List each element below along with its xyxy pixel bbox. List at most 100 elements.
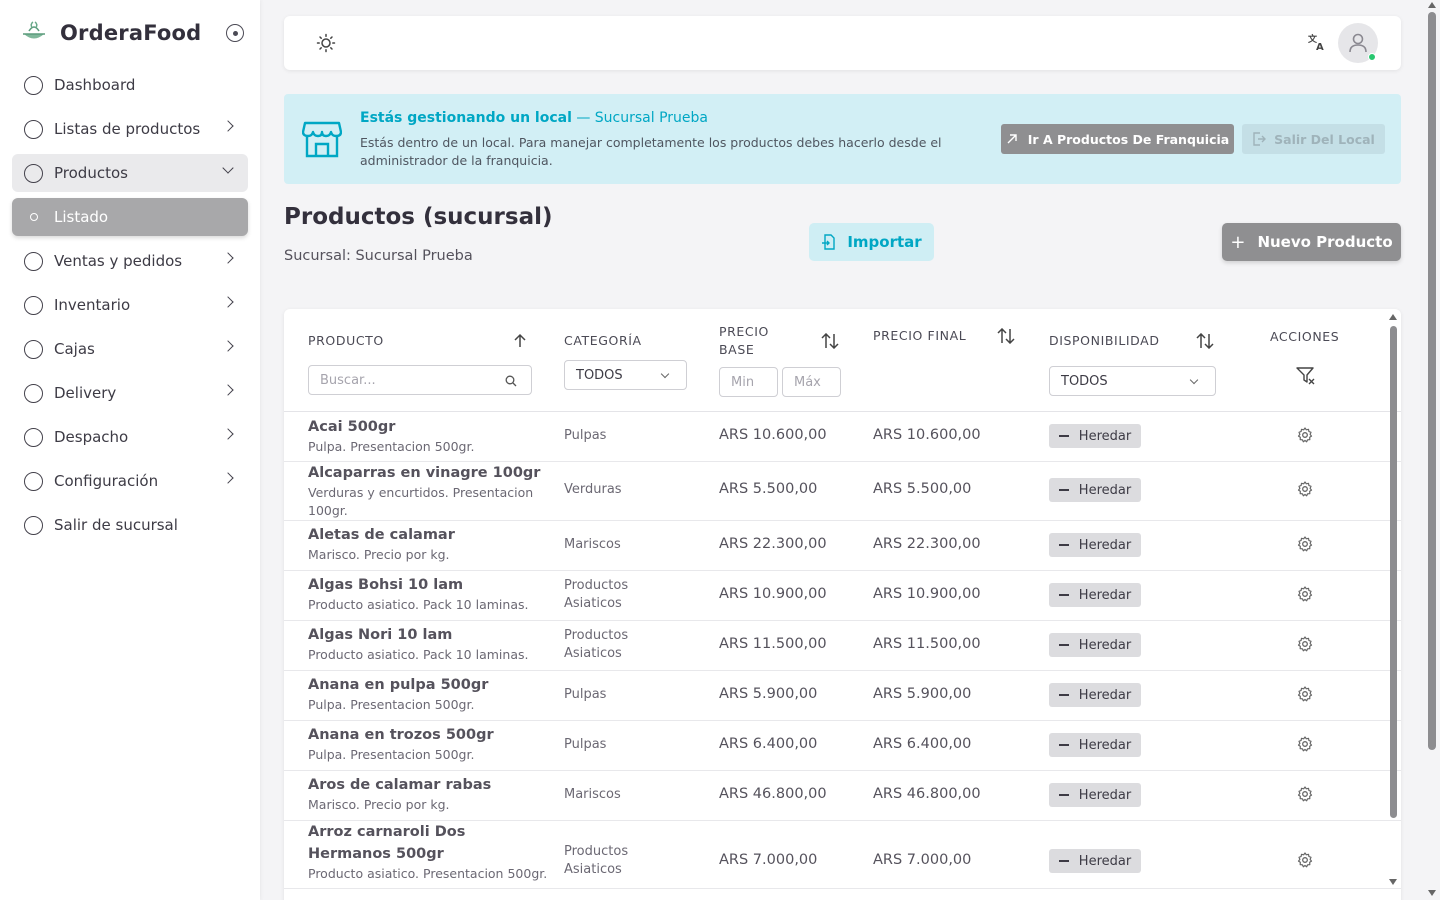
sidebar-item-label: Listado <box>54 208 109 226</box>
category-filter-select[interactable]: TODOS <box>564 360 687 390</box>
min-price-input[interactable]: Min <box>719 367 778 397</box>
search-input[interactable]: Buscar... <box>308 365 532 395</box>
circle-icon <box>24 339 43 359</box>
status-badge[interactable]: Heredar <box>1049 783 1141 807</box>
translate-icon[interactable]: 文 A <box>1307 33 1326 55</box>
product-name: Algas Nori 10 lam <box>308 627 453 643</box>
banner-subtitle: — Sucursal Prueba <box>576 110 708 126</box>
product-category: Pulpas <box>564 687 607 702</box>
minus-icon <box>1058 794 1069 796</box>
sidebar-item-listado[interactable]: Listado <box>12 198 248 236</box>
product-category: Productos Asiaticos <box>564 628 629 661</box>
sort-icon[interactable] <box>1196 333 1214 349</box>
clear-filter-icon[interactable] <box>1296 366 1316 386</box>
product-final-price: ARS 22.300,00 <box>873 536 981 552</box>
local-banner: Estás gestionando un local — Sucursal Pr… <box>284 94 1401 184</box>
avatar[interactable] <box>1338 23 1378 63</box>
sidebar-item-label: Ventas y pedidos <box>54 252 183 270</box>
gear-icon[interactable] <box>1297 427 1313 443</box>
status-badge[interactable]: Heredar <box>1049 533 1141 557</box>
circle-icon <box>24 471 43 491</box>
page-scroll-up-icon[interactable] <box>1428 2 1436 8</box>
product-name: Algas Bohsi 10 lam <box>308 577 464 593</box>
availability-filter-select[interactable]: TODOS <box>1049 366 1216 396</box>
product-base-price: ARS 10.600,00 <box>719 427 827 443</box>
status-label: Heredar <box>1078 787 1132 803</box>
gear-icon[interactable] <box>1297 786 1313 802</box>
product-base-price: ARS 5.500,00 <box>719 481 818 497</box>
sun-icon[interactable] <box>316 33 336 53</box>
sidebar-item-delivery[interactable]: Delivery <box>12 374 248 412</box>
scroll-down-icon[interactable] <box>1388 878 1398 886</box>
sidebar-item-productos[interactable]: Productos <box>12 154 248 192</box>
product-description: Producto asiatico. Pack 10 laminas. <box>308 647 529 662</box>
sort-icon[interactable] <box>821 333 839 349</box>
status-badge[interactable]: Heredar <box>1049 583 1141 607</box>
scroll-up-icon[interactable] <box>1388 313 1398 321</box>
page-scrollbar[interactable] <box>1428 12 1436 750</box>
table-row[interactable]: Algas Nori 10 lam Producto asiatico. Pac… <box>284 621 1401 671</box>
product-final-price: ARS 7.000,00 <box>873 852 972 868</box>
gear-icon[interactable] <box>1297 481 1313 497</box>
page-scroll-down-icon[interactable] <box>1428 890 1436 896</box>
new-product-button[interactable]: + Nuevo Producto <box>1222 223 1401 261</box>
header-producto: PRODUCTO <box>308 333 384 348</box>
product-name: Anana en trozos 500gr <box>308 727 494 743</box>
chevron-down-icon <box>1189 375 1199 385</box>
gear-icon[interactable] <box>1297 636 1313 652</box>
circle-small-icon <box>30 213 38 221</box>
gear-icon[interactable] <box>1297 586 1313 602</box>
sidebar-item-dashboard[interactable]: Dashboard <box>12 66 248 104</box>
table-row[interactable]: Acai 500gr Pulpa. Presentacion 500gr. Pu… <box>284 412 1401 462</box>
circle-icon <box>24 383 43 403</box>
sidebar-item-label: Dashboard <box>54 76 136 94</box>
chevron-right-icon <box>222 384 234 396</box>
exit-local-button[interactable]: Salir Del Local <box>1242 124 1385 154</box>
circle-icon <box>24 75 43 95</box>
status-badge[interactable]: Heredar <box>1049 849 1141 873</box>
sidebar-collapse-toggle[interactable] <box>226 24 244 42</box>
status-badge[interactable]: Heredar <box>1049 733 1141 757</box>
table-row[interactable]: Aros de calamar rabas Marisco. Precio po… <box>284 771 1401 821</box>
gear-icon[interactable] <box>1297 852 1313 868</box>
product-name: Arroz carnaroli Dos Hermanos 500gr <box>308 824 466 862</box>
table-scrollbar[interactable] <box>1390 326 1397 818</box>
status-badge[interactable]: Heredar <box>1049 478 1141 502</box>
sidebar-item-inventario[interactable]: Inventario <box>12 286 248 324</box>
go-to-franchise-products-button[interactable]: Ir A Productos De Franquicia <box>1001 124 1234 154</box>
max-price-input[interactable]: Máx <box>782 367 841 397</box>
sidebar-item-label: Cajas <box>54 340 95 358</box>
sidebar-item-cajas[interactable]: Cajas <box>12 330 248 368</box>
table-row[interactable]: Anana en pulpa 500gr Pulpa. Presentacion… <box>284 671 1401 721</box>
header-categoria: CATEGORÍA <box>564 333 642 348</box>
table-row[interactable]: Arroz carnaroli Dos Hermanos 500gr Produ… <box>284 821 1401 889</box>
gear-icon[interactable] <box>1297 736 1313 752</box>
sidebar-item-configuracion[interactable]: Configuración <box>12 462 248 500</box>
sidebar-item-despacho[interactable]: Despacho <box>12 418 248 456</box>
table-row[interactable]: Algas Bohsi 10 lam Producto asiatico. Pa… <box>284 571 1401 621</box>
exit-local-label: Salir Del Local <box>1274 131 1375 147</box>
table-row[interactable]: Alcaparras en vinagre 100gr Verduras y e… <box>284 462 1401 521</box>
product-description: Marisco. Precio por kg. <box>308 797 450 812</box>
sort-icon[interactable] <box>997 328 1015 344</box>
status-badge[interactable]: Heredar <box>1049 424 1141 448</box>
product-category: Mariscos <box>564 537 621 552</box>
go-to-franchise-products-label: Ir A Productos De Franquicia <box>1027 131 1230 147</box>
sidebar-item-listas-de-productos[interactable]: Listas de productos <box>12 110 248 148</box>
import-button[interactable]: Importar <box>809 223 934 261</box>
table-row[interactable]: Anana en trozos 500gr Pulpa. Presentacio… <box>284 721 1401 771</box>
table-row[interactable]: Aletas de calamar Marisco. Precio por kg… <box>284 521 1401 571</box>
sidebar-item-label: Despacho <box>54 428 129 446</box>
sidebar-item-ventas-y-pedidos[interactable]: Ventas y pedidos <box>12 242 248 280</box>
sort-asc-icon[interactable] <box>513 333 527 348</box>
gear-icon[interactable] <box>1297 686 1313 702</box>
status-badge[interactable]: Heredar <box>1049 633 1141 657</box>
product-base-price: ARS 5.900,00 <box>719 686 818 702</box>
product-final-price: ARS 5.900,00 <box>873 686 972 702</box>
sidebar-item-label: Productos <box>54 164 128 182</box>
sidebar-item-salir-de-sucursal[interactable]: Salir de sucursal <box>12 506 248 544</box>
gear-icon[interactable] <box>1297 536 1313 552</box>
max-placeholder: Máx <box>794 374 821 390</box>
minus-icon <box>1058 694 1069 696</box>
status-badge[interactable]: Heredar <box>1049 683 1141 707</box>
